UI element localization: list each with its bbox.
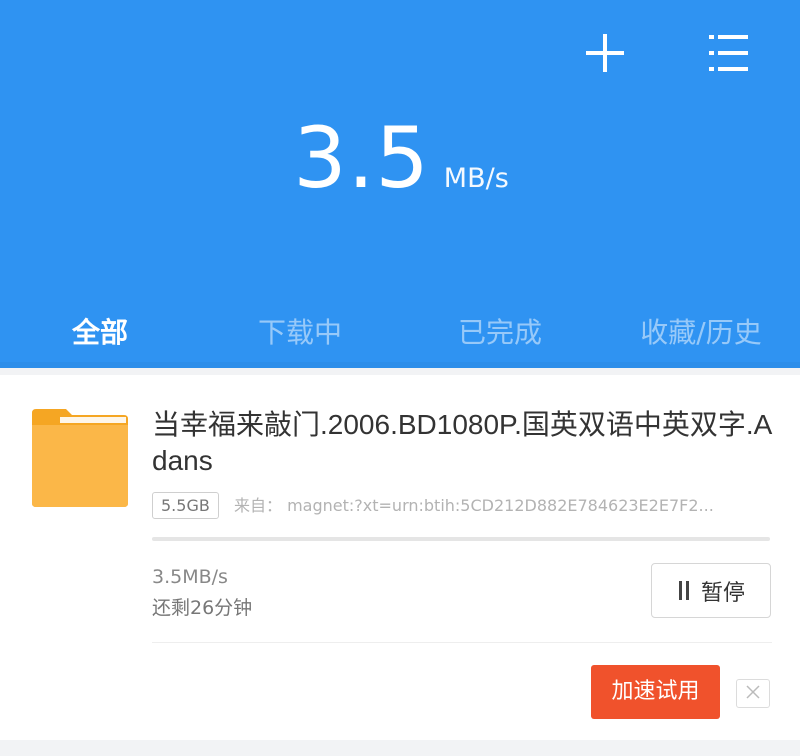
pause-label: 暂停: [700, 580, 745, 606]
tab-all[interactable]: 全部: [40, 306, 160, 360]
speed-value: 3.5: [293, 109, 430, 207]
speed-header: 3.5 MB/s 全部 下载中 已完成 收藏/历史: [0, 0, 800, 368]
boost-trial-button[interactable]: 加速试用: [591, 665, 720, 719]
task-title: 当幸福来敲门.2006.BD1080P.国英双语中英双字.Adans: [152, 409, 773, 476]
tab-favorites-history[interactable]: 收藏/历史: [622, 306, 780, 360]
download-manager-screen: 3.5 MB/s 全部 下载中 已完成 收藏/历史 当幸福来敲门.2006.BD1…: [0, 0, 800, 756]
tab-bar: 全部 下载中 已完成 收藏/历史: [0, 306, 800, 360]
file-size-badge: 5.5GB: [152, 492, 219, 519]
pause-button[interactable]: 暂停: [651, 563, 771, 618]
speed-unit: MB/s: [443, 163, 509, 194]
pause-icon: [677, 581, 691, 600]
progress-bar: [152, 537, 770, 541]
total-speed: 3.5 MB/s: [0, 108, 800, 208]
plus-icon: [582, 30, 628, 76]
menu-button[interactable]: [704, 30, 752, 76]
task-source: 来自： magnet:?xt=urn:btih:5CD212D882E78462…: [234, 496, 714, 515]
time-remaining: 还剩26分钟: [152, 597, 253, 619]
tab-downloading[interactable]: 下载中: [228, 306, 372, 360]
divider: [152, 642, 772, 643]
list-menu-icon: [704, 30, 752, 76]
folder-icon: [28, 407, 130, 509]
add-task-button[interactable]: [582, 30, 628, 76]
dismiss-boost-button[interactable]: [736, 679, 770, 708]
header-shade: [0, 362, 800, 368]
tab-completed[interactable]: 已完成: [428, 306, 572, 360]
close-icon: [746, 684, 760, 703]
task-speed: 3.5MB/s: [152, 566, 228, 588]
